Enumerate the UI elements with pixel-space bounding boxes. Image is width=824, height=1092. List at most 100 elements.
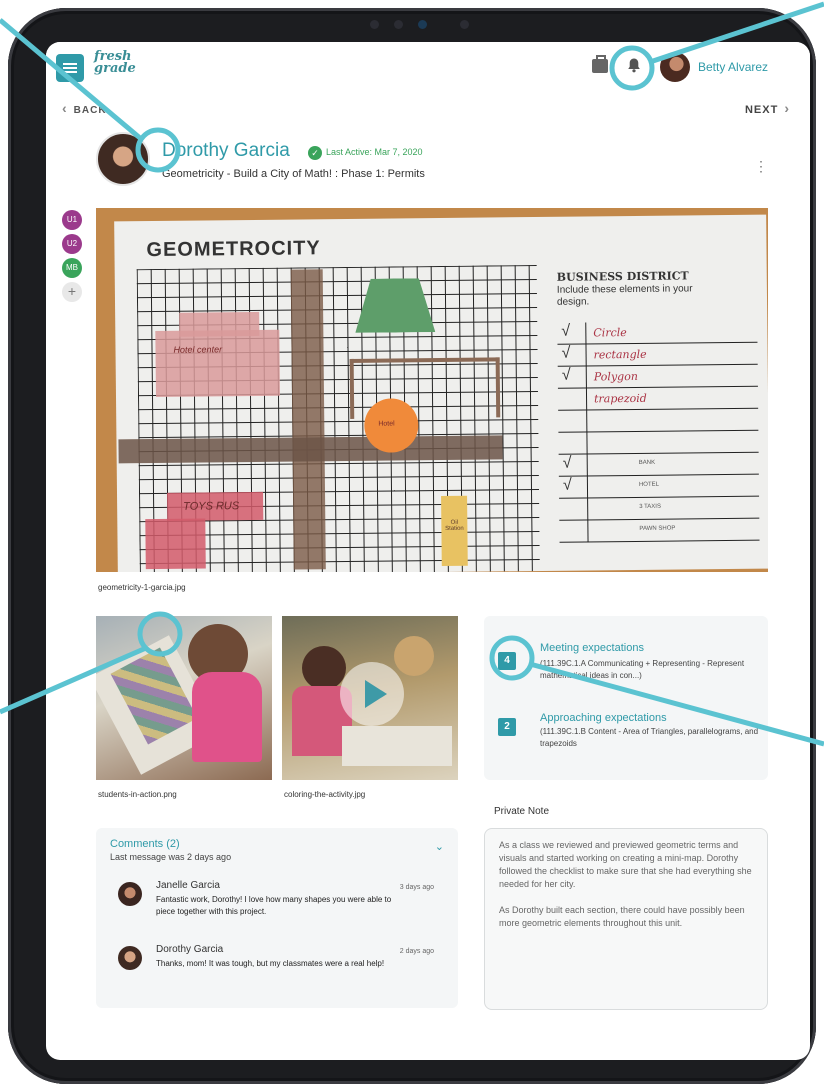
standard-level-badge: 2 <box>498 718 516 736</box>
checklist-row: √ Circle <box>557 320 758 345</box>
thumbnail-caption: students-in-action.png <box>98 790 177 799</box>
logo-line-2: grade <box>94 61 136 76</box>
standard-level-badge: 4 <box>498 652 516 670</box>
checklist-small-label: BANK <box>638 459 656 466</box>
sensor-dot <box>460 20 469 29</box>
comments-subtitle: Last message was 2 days ago <box>110 852 232 862</box>
check-mark: √ <box>561 322 571 340</box>
comments-title[interactable]: Comments (2) <box>110 838 180 850</box>
drawn-label: Hotel center <box>173 344 223 355</box>
student-pink-shirt <box>192 672 262 762</box>
checklist-row: 3 TAXIS <box>559 496 760 521</box>
comment-text: Thanks, mom! It was tough, but my classm… <box>156 959 385 968</box>
next-label: NEXT <box>744 104 779 116</box>
badge-mb[interactable]: MB <box>62 258 82 278</box>
comment-time: 2 days ago <box>399 948 434 955</box>
add-badge-button[interactable]: + <box>62 282 82 302</box>
checklist-small-label: 3 TAXIS <box>639 503 662 510</box>
drawn-label: TOYS RUS <box>183 500 240 513</box>
checklist-row: √ BANK <box>558 452 759 477</box>
coloring-activity-video-thumbnail[interactable] <box>282 616 458 780</box>
check-mark: √ <box>562 476 572 494</box>
tablet-frame: fresh grade Betty Alvarez ‹ BACK NEXT › Do… <box>0 0 824 1092</box>
checklist-small-label: HOTEL <box>638 481 659 488</box>
user-name[interactable]: Betty Alvarez <box>698 60 768 74</box>
sensor-dot <box>394 20 403 29</box>
comment-text: Fantastic work, Dorothy! I love how many… <box>156 895 392 916</box>
sensor-dot <box>370 20 379 29</box>
thumbnail-caption: coloring-the-activity.jpg <box>284 790 366 799</box>
student-avatar <box>96 132 150 186</box>
comment-author: Dorothy Garcia <box>156 944 224 955</box>
student-head <box>302 646 346 690</box>
worksheet-on-table <box>342 726 452 766</box>
road-vertical-shape <box>290 269 326 570</box>
comment-author: Janelle Garcia <box>156 880 220 891</box>
checklist-row <box>558 430 759 455</box>
check-mark: √ <box>562 454 572 472</box>
student-name[interactable]: Dorothy Garcia <box>162 140 290 162</box>
private-note-field[interactable]: As a class we reviewed and previewed geo… <box>484 828 768 1010</box>
worksheet-title: GEOMETROCITY <box>146 237 321 262</box>
back-link[interactable]: ‹ BACK <box>62 100 107 116</box>
standards-card: 4 Meeting expectations (111.39C.1.A Comm… <box>484 616 768 780</box>
chevron-left-icon: ‹ <box>62 100 68 116</box>
app-screen: fresh grade Betty Alvarez ‹ BACK NEXT › Do… <box>46 42 810 1060</box>
play-button[interactable] <box>340 662 404 726</box>
standard-title[interactable]: Approaching expectations <box>540 712 667 724</box>
students-in-action-thumbnail[interactable] <box>96 616 272 780</box>
standard-description: (111.39C.1.B Content - Area of Triangles… <box>540 727 759 748</box>
chevron-right-icon: › <box>784 100 790 116</box>
badge-u1[interactable]: U1 <box>62 210 82 230</box>
check-mark: √ <box>561 366 571 384</box>
badge-u2[interactable]: U2 <box>62 234 82 254</box>
checklist-word: rectangle <box>593 347 647 362</box>
checklist-small-label: PAWN SHOP <box>639 525 676 532</box>
freshgrade-logo[interactable]: fresh grade <box>94 50 136 76</box>
bell-icon[interactable] <box>626 57 642 73</box>
private-note-paragraph: As a class we reviewed and previewed geo… <box>499 840 752 889</box>
student-head <box>394 636 434 676</box>
checklist-row: trapezoid <box>557 386 759 411</box>
business-district-title: BUSINESS DISTRICT <box>556 269 689 284</box>
checklist-row <box>558 408 759 433</box>
standard-description: (111.39C.1.A Communicating + Representin… <box>540 659 745 680</box>
private-note-label: Private Note <box>494 806 550 817</box>
checklist-word: Circle <box>593 326 627 340</box>
road-horizontal-shape <box>118 435 503 464</box>
comment-time: 3 days ago <box>399 884 434 891</box>
check-circle-icon: ✓ <box>308 146 322 160</box>
standard-title[interactable]: Meeting expectations <box>540 642 644 654</box>
business-district-text: Include these elements in your design. <box>556 283 693 308</box>
hamburger-icon <box>63 63 77 65</box>
next-link[interactable]: NEXT › <box>745 100 790 116</box>
avatar <box>118 946 142 970</box>
main-image-caption: geometricity-1-garcia.jpg <box>98 583 186 592</box>
checklist-word: trapezoid <box>593 391 647 406</box>
camera-lens <box>418 20 427 29</box>
camera-bar <box>360 20 480 30</box>
checklist-row: √ Polygon <box>557 364 758 389</box>
hamburger-icon-line <box>63 71 77 73</box>
hamburger-icon-line <box>63 67 77 69</box>
briefcase-icon[interactable] <box>592 55 608 73</box>
avatar <box>118 882 142 906</box>
checklist-row: √ HOTEL <box>558 474 760 499</box>
checklist-row: PAWN SHOP <box>559 518 760 543</box>
worksheet-paper: GEOMETROCITY Hotel center Hotel TOYS RUS… <box>114 214 768 572</box>
hotel-rectangle-shape <box>155 329 280 397</box>
top-bar: fresh grade Betty Alvarez <box>46 42 810 94</box>
toys-store-base-shape <box>145 518 206 570</box>
comments-panel: Comments (2) Last message was 2 days ago… <box>96 828 458 1008</box>
user-avatar[interactable] <box>660 52 690 82</box>
checklist: √ Circle √ rectangle √ Polygon trapezoid √ B… <box>557 320 760 543</box>
more-options-icon[interactable]: ⋮ <box>754 158 768 175</box>
menu-button[interactable] <box>56 54 84 82</box>
chevron-down-icon[interactable]: ⌄ <box>435 840 444 853</box>
private-note-paragraph: As Dorothy built each section, there cou… <box>499 905 745 928</box>
main-artifact-image[interactable]: GEOMETROCITY Hotel center Hotel TOYS RUS… <box>96 208 768 572</box>
checklist-row: √ rectangle <box>557 342 758 367</box>
checklist-word: Polygon <box>593 369 638 384</box>
hotel-roof-shape <box>179 311 260 337</box>
drawn-label: Oil Station <box>445 519 464 532</box>
